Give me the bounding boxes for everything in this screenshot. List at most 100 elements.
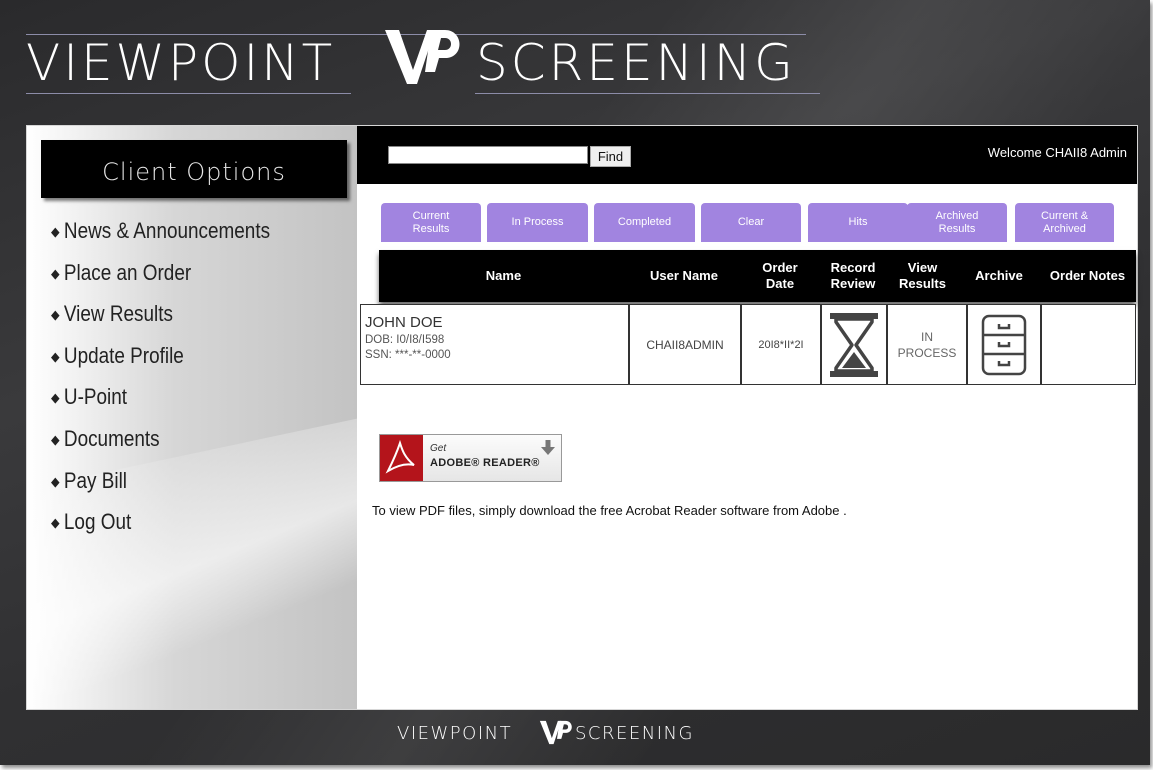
tab-completed[interactable]: Completed <box>594 203 695 242</box>
footer-logo-word-viewpoint: VIEWPOINT <box>397 723 513 744</box>
nav-item-log-out[interactable]: ◆ Log Out <box>51 507 270 549</box>
tab-label-line1: Archived <box>935 209 979 222</box>
diamond-bullet-icon: ◆ <box>51 307 60 323</box>
diamond-bullet-icon: ◆ <box>51 224 60 239</box>
vp-logo-icon <box>385 30 460 84</box>
nav-item-label: Documents <box>63 425 160 451</box>
order-date-value: 20I8*II*2I <box>758 338 804 351</box>
nav-item-label: Log Out <box>63 509 132 535</box>
applicant-dob: DOB: I0/I8/I598 <box>365 334 445 346</box>
column-header-text: View <box>907 260 938 275</box>
adobe-reader-text: ADOBE® READER® <box>430 457 540 469</box>
cell-archive <box>967 304 1041 385</box>
tab-hits[interactable]: Hits <box>808 203 908 242</box>
tab-label-line1: Current & <box>1040 209 1089 222</box>
diamond-bullet-icon: ◆ <box>51 390 60 406</box>
tab-label-line1: Completed <box>617 216 672 228</box>
logo-bottom-rule-right <box>475 93 820 94</box>
tab-archived-results[interactable]: Archived Results <box>907 203 1007 242</box>
user-name-value: CHAII8ADMIN <box>646 337 724 352</box>
tab-label-line1: Current <box>412 209 450 222</box>
column-header-text: Archive <box>975 268 1023 283</box>
nav-item-label: Pay Bill <box>63 467 127 493</box>
file-cabinet-icon[interactable] <box>980 314 1028 376</box>
cell-record-review <box>821 304 887 385</box>
adobe-acrobat-icon <box>385 439 415 474</box>
nav-item-label: U-Point <box>63 384 127 410</box>
diamond-bullet-icon: ◆ <box>51 265 60 281</box>
download-arrow-icon <box>541 440 555 455</box>
nav-item-label: Update Profile <box>63 342 184 368</box>
sidebar-title: Client Options <box>41 140 347 198</box>
tab-label-line1: Clear <box>737 216 765 228</box>
column-header-user-name[interactable]: User Name <box>628 250 740 302</box>
hourglass-icon[interactable] <box>828 312 880 378</box>
column-header-order-notes[interactable]: Order Notes <box>1039 250 1136 302</box>
nav-item-documents[interactable]: ◆ Documents <box>51 424 270 466</box>
nav-item-news[interactable]: ◆ News & Announcements <box>51 216 270 258</box>
column-header-archive[interactable]: Archive <box>959 250 1039 302</box>
find-button[interactable]: Find <box>590 146 631 167</box>
nav-item-update-profile[interactable]: ◆ Update Profile <box>51 341 270 383</box>
nav-item-label: Place an Order <box>63 259 192 285</box>
tab-current-results[interactable]: Current Results <box>381 203 481 242</box>
tab-label-line1: Hits <box>848 216 868 228</box>
cell-name: JOHN DOE DOB: I0/I8/I598 SSN: ***-**-000… <box>360 304 629 385</box>
site-logo: VIEWPOINT SCREENING <box>0 14 860 104</box>
main-panel: Client Options ◆ News & Announcements ◆ Pl… <box>26 125 1138 710</box>
nav-item-place-order[interactable]: ◆ Place an Order <box>51 258 270 300</box>
cell-user-name: CHAII8ADMIN <box>629 304 741 385</box>
footer-logo-word-screening: SCREENING <box>575 723 694 744</box>
page-background: VIEWPOINT SCREENING Client Options ◆ News… <box>0 0 1150 765</box>
diamond-bullet-icon: ◆ <box>51 473 60 489</box>
tab-label-line1: In Process <box>511 216 564 228</box>
logo-bottom-rule-left <box>26 93 351 94</box>
applicant-ssn: SSN: ***-**-0000 <box>365 349 451 361</box>
tab-label-line2: Results <box>938 222 976 235</box>
footer-vp-logo-icon <box>539 720 572 745</box>
sidebar: Client Options ◆ News & Announcements ◆ Pl… <box>27 126 357 709</box>
tab-clear[interactable]: Clear <box>701 203 801 242</box>
cell-order-notes <box>1041 304 1136 385</box>
column-header-text: Record <box>830 260 876 275</box>
diamond-bullet-icon: ◆ <box>51 431 60 447</box>
diamond-bullet-icon: ◆ <box>51 515 60 531</box>
logo-word-screening: SCREENING <box>476 34 796 92</box>
cell-view-results: IN PROCESS <box>887 304 967 385</box>
nav-item-view-results[interactable]: ◆ View Results <box>51 299 270 341</box>
column-header-view-results[interactable]: View Results <box>886 250 959 302</box>
column-header-text: Order Notes <box>1049 268 1126 283</box>
get-adobe-reader-badge[interactable]: Get ADOBE® READER® <box>379 434 562 482</box>
tab-label-line2: Archived <box>1043 222 1086 235</box>
column-header-text: Review <box>830 276 876 291</box>
diamond-bullet-icon: ◆ <box>51 348 60 364</box>
column-header-text: User Name <box>650 268 718 283</box>
top-bar: Find Welcome CHAII8 Admin <box>357 126 1137 184</box>
column-header-name[interactable]: Name <box>379 250 628 302</box>
column-header-text: Date <box>765 276 795 291</box>
view-results-status: PROCESS <box>897 345 957 360</box>
sidebar-nav: ◆ News & Announcements ◆ Place an Order ◆ V… <box>51 216 306 549</box>
view-results-status: IN <box>921 329 933 344</box>
tab-label-line2: Results <box>412 222 450 235</box>
column-header-text: Results <box>899 276 946 291</box>
column-header-order-date[interactable]: Order Date <box>740 250 820 302</box>
logo-word-viewpoint: VIEWPOINT <box>26 34 336 92</box>
nav-item-label: View Results <box>63 301 173 327</box>
applicant-name[interactable]: JOHN DOE <box>365 314 628 332</box>
column-header-record-review[interactable]: Record Review <box>820 250 886 302</box>
results-table-header: Name User Name Order Date Record Review Vi… <box>379 250 1136 302</box>
search-input[interactable] <box>388 146 588 164</box>
welcome-message: Welcome CHAII8 Admin <box>987 145 1127 160</box>
cell-order-date: 20I8*II*2I <box>741 304 821 385</box>
nav-item-label: News & Announcements <box>63 218 271 243</box>
tab-in-process[interactable]: In Process <box>487 203 588 242</box>
adobe-download-note: To view PDF files, simply download the f… <box>372 503 847 518</box>
adobe-get-text: Get <box>430 443 447 454</box>
adobe-logo-box <box>380 435 423 481</box>
column-header-text: Name <box>485 268 522 283</box>
nav-item-u-point[interactable]: ◆ U-Point <box>51 382 270 424</box>
nav-item-pay-bill[interactable]: ◆ Pay Bill <box>51 466 270 508</box>
tab-current-and-archived[interactable]: Current & Archived <box>1015 203 1114 242</box>
column-header-text: Order <box>762 260 798 275</box>
